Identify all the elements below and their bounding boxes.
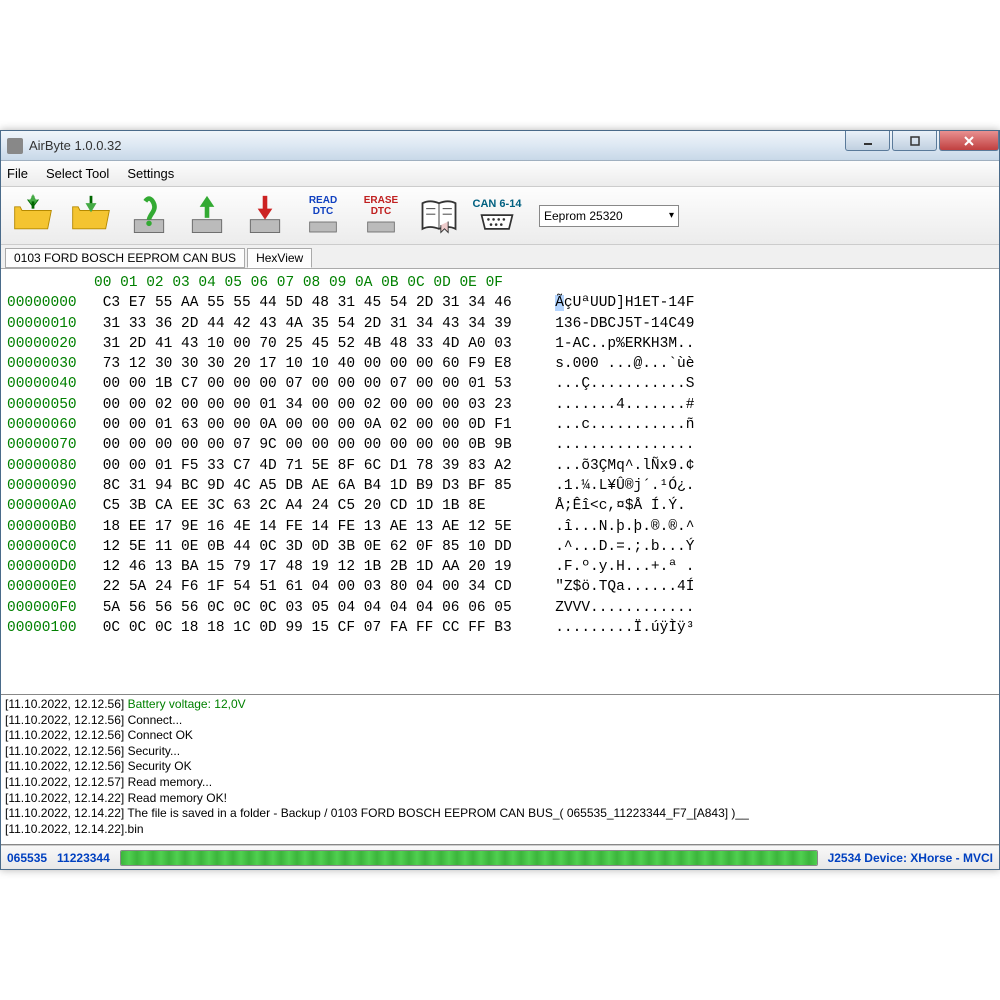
- hex-row[interactable]: 00000060 00 00 01 63 00 00 0A 00 00 00 0…: [7, 415, 993, 435]
- book-icon[interactable]: [413, 191, 465, 241]
- can-label: CAN 6-14: [473, 198, 522, 210]
- hex-row[interactable]: 00000090 8C 31 94 BC 9D 4C A5 DB AE 6A B…: [7, 476, 993, 496]
- toolbar: READ DTC ERASE DTC CAN 6-14 Eeprom 25320: [1, 187, 999, 245]
- statusbar: 065535 11223344 J2534 Device: XHorse - M…: [1, 845, 999, 869]
- log-line: [11.10.2022, 12.14.22] Read memory OK!: [5, 791, 995, 807]
- log-line: [11.10.2022, 12.14.22].bin: [5, 822, 995, 838]
- hex-row[interactable]: 000000E0 22 5A 24 F6 1F 54 51 61 04 00 0…: [7, 577, 993, 597]
- hex-header: 00 01 02 03 04 05 06 07 08 09 0A 0B 0C 0…: [7, 273, 993, 293]
- hex-row[interactable]: 00000080 00 00 01 F5 33 C7 4D 71 5E 8F 6…: [7, 456, 993, 476]
- status-num-1: 065535: [7, 851, 47, 865]
- hex-row[interactable]: 000000F0 5A 56 56 56 0C 0C 0C 03 05 04 0…: [7, 598, 993, 618]
- menu-settings[interactable]: Settings: [127, 166, 174, 181]
- log-panel[interactable]: [11.10.2022, 12.12.56] Battery voltage: …: [1, 695, 999, 845]
- minimize-button[interactable]: [845, 131, 890, 151]
- hex-row[interactable]: 00000020 31 2D 41 43 10 00 70 25 45 52 4…: [7, 334, 993, 354]
- eeprom-dropdown-value: Eeprom 25320: [544, 209, 623, 223]
- hex-row[interactable]: 00000000 C3 E7 55 AA 55 55 44 5D 48 31 4…: [7, 293, 993, 313]
- tab-hexview[interactable]: HexView: [247, 248, 312, 268]
- menu-select-tool[interactable]: Select Tool: [46, 166, 109, 181]
- erase-dtc-button[interactable]: ERASE DTC: [355, 191, 407, 241]
- open-folder-icon[interactable]: [7, 191, 59, 241]
- save-folder-icon[interactable]: [65, 191, 117, 241]
- app-icon: [7, 138, 23, 154]
- hex-row[interactable]: 000000A0 C5 3B CA EE 3C 63 2C A4 24 C5 2…: [7, 496, 993, 516]
- progress-bar: [120, 850, 818, 866]
- can-connector-icon[interactable]: CAN 6-14: [471, 191, 523, 241]
- download-chip-icon[interactable]: [239, 191, 291, 241]
- log-line: [11.10.2022, 12.12.56] Connect OK: [5, 728, 995, 744]
- log-line: [11.10.2022, 12.12.57] Read memory...: [5, 775, 995, 791]
- window-controls: [843, 131, 999, 160]
- status-num-2: 11223344: [57, 851, 110, 865]
- eeprom-dropdown[interactable]: Eeprom 25320: [539, 205, 679, 227]
- maximize-button[interactable]: [892, 131, 937, 151]
- read-dtc-label: READ DTC: [309, 195, 337, 217]
- hex-row[interactable]: 00000100 0C 0C 0C 18 18 1C 0D 99 15 CF 0…: [7, 618, 993, 638]
- log-line: [11.10.2022, 12.12.56] Connect...: [5, 713, 995, 729]
- menubar: File Select Tool Settings: [1, 161, 999, 187]
- progress-fill: [121, 851, 817, 865]
- app-window: AirByte 1.0.0.32 File Select Tool Settin…: [0, 130, 1000, 870]
- log-line: [11.10.2022, 12.14.22] The file is saved…: [5, 806, 995, 822]
- status-device: J2534 Device: XHorse - MVCI: [828, 851, 993, 865]
- hex-row[interactable]: 00000010 31 33 36 2D 44 42 43 4A 35 54 2…: [7, 314, 993, 334]
- erase-dtc-label: ERASE DTC: [364, 195, 398, 217]
- log-line: [11.10.2022, 12.12.56] Security OK: [5, 759, 995, 775]
- hex-row[interactable]: 000000B0 18 EE 17 9E 16 4E 14 FE 14 FE 1…: [7, 517, 993, 537]
- close-button[interactable]: [939, 131, 999, 151]
- info-chip-icon[interactable]: [123, 191, 175, 241]
- menu-file[interactable]: File: [7, 166, 28, 181]
- titlebar: AirByte 1.0.0.32: [1, 131, 999, 161]
- hex-row[interactable]: 00000040 00 00 1B C7 00 00 00 07 00 00 0…: [7, 374, 993, 394]
- hex-view[interactable]: 00 01 02 03 04 05 06 07 08 09 0A 0B 0C 0…: [1, 269, 999, 695]
- hex-row[interactable]: 000000C0 12 5E 11 0E 0B 44 0C 3D 0D 3B 0…: [7, 537, 993, 557]
- upload-chip-icon[interactable]: [181, 191, 233, 241]
- hex-row[interactable]: 000000D0 12 46 13 BA 15 79 17 48 19 12 1…: [7, 557, 993, 577]
- log-line: [11.10.2022, 12.12.56] Security...: [5, 744, 995, 760]
- hex-row[interactable]: 00000050 00 00 02 00 00 00 01 34 00 00 0…: [7, 395, 993, 415]
- read-dtc-button[interactable]: READ DTC: [297, 191, 349, 241]
- tab-main[interactable]: 0103 FORD BOSCH EEPROM CAN BUS: [5, 248, 245, 268]
- log-line: [11.10.2022, 12.12.56] Battery voltage: …: [5, 697, 995, 713]
- tabbar: 0103 FORD BOSCH EEPROM CAN BUS HexView: [1, 245, 999, 269]
- hex-row[interactable]: 00000070 00 00 00 00 00 07 9C 00 00 00 0…: [7, 435, 993, 455]
- window-title: AirByte 1.0.0.32: [29, 138, 843, 153]
- hex-row[interactable]: 00000030 73 12 30 30 30 20 17 10 10 40 0…: [7, 354, 993, 374]
